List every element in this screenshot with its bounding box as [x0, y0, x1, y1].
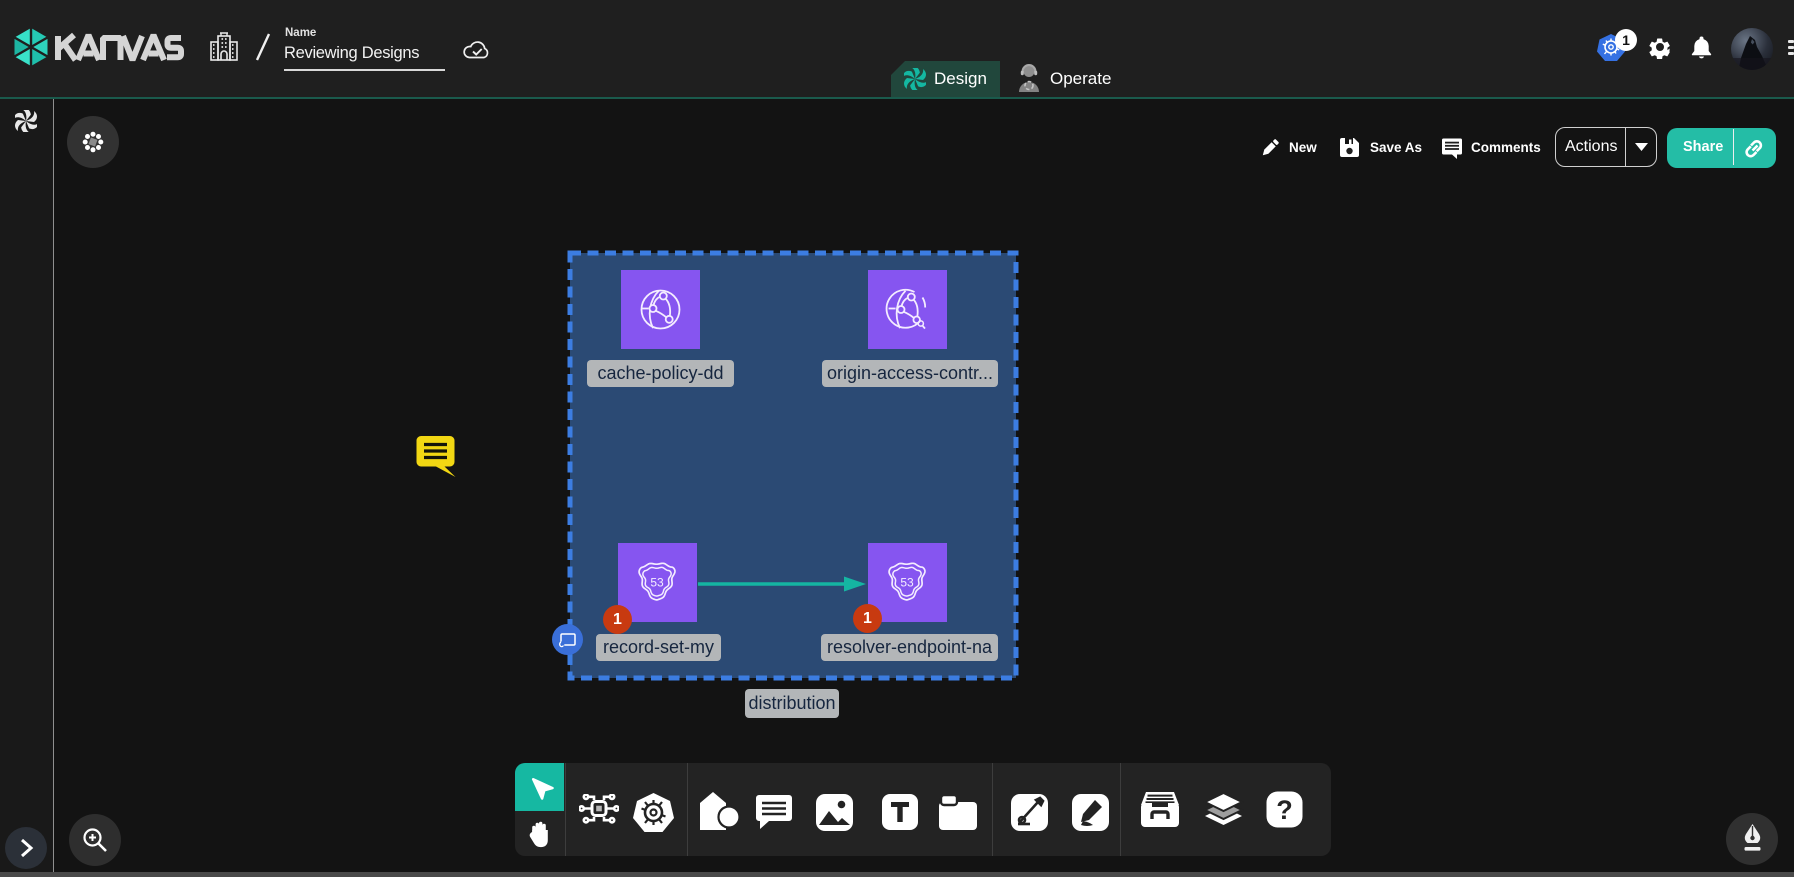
svg-text:53: 53 [650, 576, 664, 590]
svg-text:53: 53 [900, 576, 914, 590]
svg-text:?: ? [1276, 795, 1293, 825]
